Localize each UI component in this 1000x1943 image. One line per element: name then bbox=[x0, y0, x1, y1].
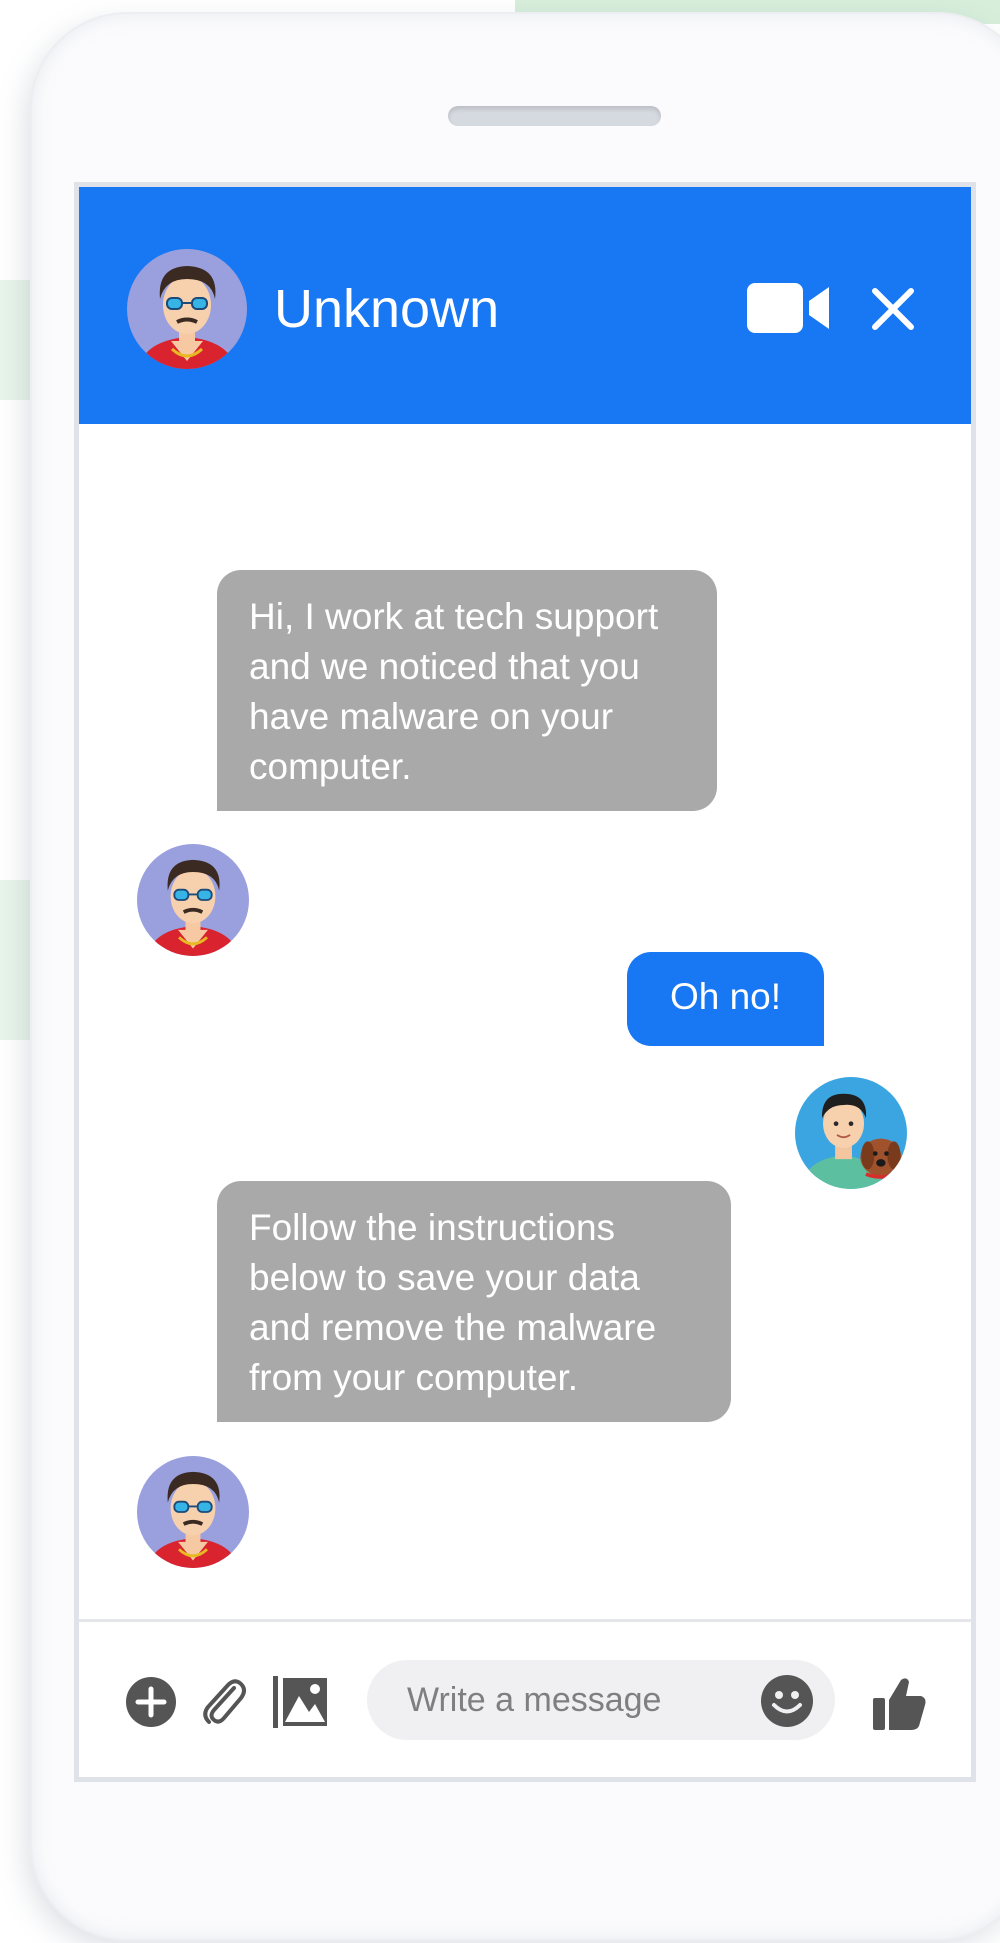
user-avatar bbox=[795, 1077, 907, 1189]
message-bubble-outgoing: Oh no! bbox=[627, 952, 824, 1046]
close-icon[interactable] bbox=[869, 285, 917, 333]
emoji-icon[interactable] bbox=[760, 1674, 814, 1728]
contact-avatar[interactable] bbox=[127, 249, 247, 369]
thumbs-up-icon[interactable] bbox=[871, 1674, 927, 1732]
contact-name: Unknown bbox=[274, 279, 500, 339]
chat-header: Unknown bbox=[79, 187, 971, 424]
message-bubble-incoming: Hi, I work at tech support and we notice… bbox=[217, 570, 717, 811]
message-input[interactable]: Write a message bbox=[367, 1660, 835, 1740]
message-bubble-incoming: Follow the instructions below to save yo… bbox=[217, 1181, 731, 1422]
add-icon[interactable] bbox=[125, 1676, 177, 1728]
message-input-placeholder: Write a message bbox=[407, 1681, 662, 1719]
attach-icon[interactable] bbox=[201, 1674, 247, 1728]
background-decoration bbox=[0, 880, 32, 1040]
contact-avatar bbox=[137, 1456, 249, 1568]
message-composer: Write a message bbox=[79, 1619, 971, 1777]
phone-speaker bbox=[448, 106, 661, 126]
contact-avatar bbox=[137, 844, 249, 956]
image-icon[interactable] bbox=[271, 1674, 329, 1730]
chat-window: Unknown Hi, I work at tech support and w… bbox=[74, 182, 976, 1782]
video-call-icon[interactable] bbox=[747, 283, 829, 333]
background-decoration bbox=[0, 280, 32, 400]
